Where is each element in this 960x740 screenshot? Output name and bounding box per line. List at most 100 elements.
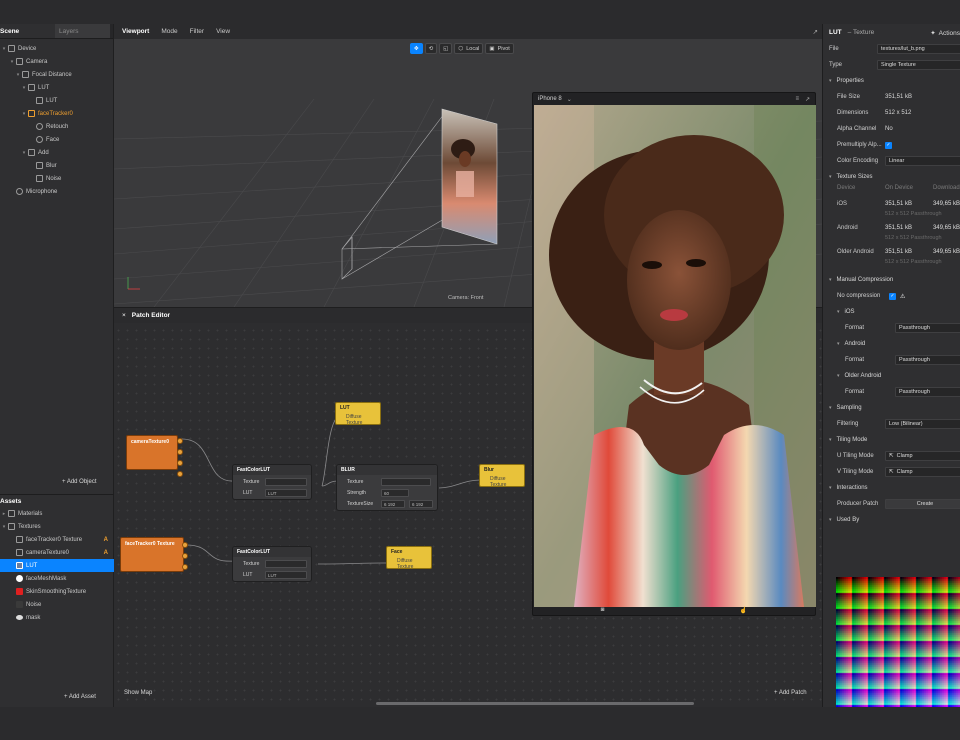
manual-compression-section[interactable]: ▾ Manual Compression (823, 272, 960, 288)
node-port[interactable] (182, 553, 188, 559)
node-port[interactable] (177, 471, 183, 477)
node-port[interactable] (177, 449, 183, 455)
node-input-row: Texture (233, 557, 311, 568)
node-port[interactable] (177, 460, 183, 466)
scene-item-lut-group[interactable]: ▾ LUT (0, 81, 113, 94)
scene-item-camera[interactable]: ▾ Camera (0, 55, 113, 68)
texturesize-y-field[interactable]: 6 192 (409, 499, 433, 508)
format-select[interactable]: Passthrough (895, 323, 960, 333)
node-port[interactable] (182, 564, 188, 570)
menu-icon[interactable]: ≡ (795, 96, 799, 102)
asset-item-camera-texture[interactable]: cameraTexture0 A (0, 546, 114, 559)
asset-badge: A (103, 536, 108, 543)
type-select[interactable]: Single Texture (877, 60, 960, 70)
fastcolorlut-node[interactable]: FastColorLUT Texture LUT LUT (232, 464, 312, 500)
screenshot-icon[interactable]: ◙ (601, 607, 605, 613)
folder-icon (8, 523, 15, 530)
add-asset-button[interactable]: + Add Asset (64, 694, 96, 700)
blur-node[interactable]: BLUR Texture Strength 60 TextureSize 6 192… (336, 464, 438, 511)
scene-item-blur[interactable]: Blur (0, 159, 113, 172)
node-port[interactable] (182, 542, 188, 548)
tab-filter[interactable]: Filter (190, 28, 204, 35)
tiling-section[interactable]: ▾ Tiling Mode (823, 432, 960, 448)
interactions-section[interactable]: ▾ Interactions (823, 480, 960, 496)
v-tiling-select[interactable]: ⇱ Clamp (885, 467, 960, 477)
add-patch-button[interactable]: + Add Patch (774, 690, 807, 696)
tab-mode[interactable]: Mode (161, 28, 177, 35)
chevron-down-icon[interactable]: ⌄ (567, 96, 572, 103)
tab-viewport[interactable]: Viewport (122, 28, 149, 35)
move-tool-icon[interactable]: ✥ (410, 43, 423, 54)
scene-item-focal-distance[interactable]: ▾ Focal Distance (0, 68, 113, 81)
tab-scene[interactable]: Scene (0, 24, 55, 38)
fastcolorlut-node[interactable]: FastColorLUT Texture LUT LUT (232, 546, 312, 582)
dimensions-row: Dimensions 512 x 512 (837, 110, 912, 116)
device-select[interactable]: iPhone 8 (538, 96, 562, 102)
format-select[interactable]: Passthrough (895, 355, 960, 365)
file-size-row: File Size 351,51 kB (837, 94, 913, 100)
asset-item-facemeshmask[interactable]: faceMeshMask (0, 572, 114, 585)
face-material-node[interactable]: Face Diffuse Texture (386, 546, 432, 570)
scene-item-facetracker[interactable]: ▾ faceTracker0 (0, 107, 113, 120)
add-object-button[interactable]: + Add Object (62, 479, 97, 485)
file-field[interactable]: textures/lut_b.png (877, 44, 960, 54)
local-button[interactable]: ⬡ Local (454, 43, 484, 54)
asset-item-materials[interactable]: ▸ Materials (0, 507, 114, 520)
scene-item-lut[interactable]: LUT (0, 94, 113, 107)
camera-texture-node[interactable]: cameraTexture0 (126, 435, 178, 470)
asset-item-noise[interactable]: Noise (0, 598, 114, 611)
show-map-button[interactable]: Show Map (124, 690, 152, 696)
texture-sizes-section[interactable]: ▾ Texture Sizes (823, 169, 960, 185)
color-encoding-select[interactable]: Linear (885, 156, 960, 166)
touch-icon[interactable]: ☝ (740, 607, 747, 614)
node-field[interactable]: LUT (265, 570, 307, 579)
premultiply-checkbox[interactable]: ✓ (885, 141, 892, 149)
popout-icon[interactable]: ↗ (805, 96, 810, 103)
u-tiling-select[interactable]: ⇱ Clamp (885, 451, 960, 461)
lut-texture-preview (836, 577, 960, 707)
tab-layers[interactable]: Layers (55, 24, 110, 38)
simulator-preview[interactable]: iPhone 8 ⌄ ≡ ↗ ◙ ☝ (532, 92, 816, 616)
asset-item-facetracker-texture[interactable]: faceTracker0 Texture A (0, 533, 114, 546)
android-section[interactable]: ▾ Android (823, 336, 960, 352)
asset-item-lut[interactable]: LUT (0, 559, 114, 572)
scene-item-device[interactable]: ▾ Device (0, 42, 113, 55)
node-field[interactable] (381, 477, 431, 486)
texture-size-row: Android 351,51 kB 349,65 kB (837, 225, 960, 231)
blur-material-node[interactable]: Blur Diffuse Texture (479, 464, 525, 488)
ios-section[interactable]: ▾ iOS (823, 304, 960, 320)
node-field[interactable] (265, 477, 307, 486)
tab-view[interactable]: View (216, 28, 230, 35)
used-by-section[interactable]: ▾ Used By (823, 512, 960, 528)
older-android-section[interactable]: ▾ Older Android (823, 368, 960, 384)
strength-field[interactable]: 60 (381, 488, 409, 497)
node-field[interactable]: LUT (265, 488, 307, 497)
no-compression-checkbox[interactable]: ✓ (889, 292, 896, 300)
asset-item-textures[interactable]: ▾ Textures (0, 520, 114, 533)
asset-badge: A (103, 549, 108, 556)
lut-material-node[interactable]: LUT Diffuse Texture (335, 402, 381, 426)
pivot-button[interactable]: ▣ Pivot (485, 43, 514, 54)
node-port[interactable] (177, 438, 183, 444)
node-field[interactable] (265, 559, 307, 568)
horizontal-scrollbar[interactable] (376, 702, 694, 705)
popout-icon[interactable]: ↗ (813, 28, 818, 36)
scene-item-microphone[interactable]: Microphone (0, 185, 113, 198)
scale-tool-icon[interactable]: ◱ (439, 43, 453, 54)
create-button[interactable]: Create (885, 499, 960, 509)
format-select[interactable]: Passthrough (895, 387, 960, 397)
scene-item-face[interactable]: Face (0, 133, 113, 146)
asset-item-skinsmoothing[interactable]: SkinSmoothingTexture (0, 585, 114, 598)
scene-item-noise[interactable]: Noise (0, 172, 113, 185)
filtering-select[interactable]: Low (Bilinear) (885, 419, 960, 429)
facetracker-texture-node[interactable]: faceTracker0 Texture (120, 537, 184, 572)
properties-section[interactable]: ▾ Properties (823, 73, 960, 89)
texturesize-x-field[interactable]: 6 192 (381, 499, 405, 508)
rotate-tool-icon[interactable]: ⟲ (424, 43, 438, 54)
scene-item-retouch[interactable]: Retouch (0, 120, 113, 133)
sampling-section[interactable]: ▾ Sampling (823, 400, 960, 416)
scene-item-add[interactable]: ▾ Add (0, 146, 113, 159)
asset-item-mask[interactable]: mask (0, 611, 114, 624)
filtering-row: Filtering Low (Bilinear) (823, 416, 960, 432)
actions-button[interactable]: ✦ Actions (930, 29, 960, 37)
